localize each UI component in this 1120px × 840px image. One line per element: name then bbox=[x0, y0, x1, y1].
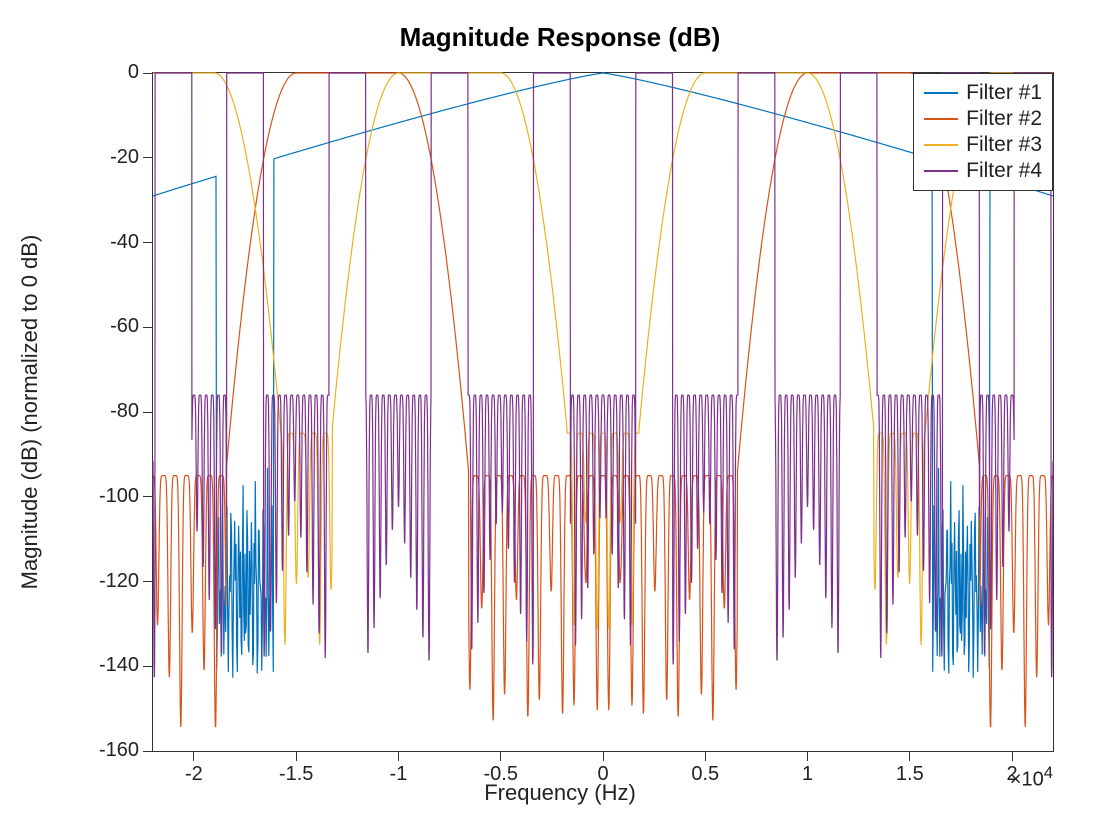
y-tick-label: -140 bbox=[59, 654, 139, 677]
figure: Magnitude Response (dB) Magnitude (dB) (… bbox=[0, 0, 1120, 840]
plot-area: Filter #1 Filter #2 Filter #3 Filter #4 … bbox=[152, 72, 1054, 752]
legend-item-1: Filter #1 bbox=[924, 80, 1042, 106]
y-tick-label: -80 bbox=[59, 400, 139, 423]
legend-item-4: Filter #4 bbox=[924, 158, 1042, 184]
legend-item-2: Filter #2 bbox=[924, 106, 1042, 132]
legend-swatch-3 bbox=[924, 144, 958, 146]
legend-swatch-2 bbox=[924, 118, 958, 120]
y-tick-label: -20 bbox=[59, 146, 139, 169]
legend-label-4: Filter #4 bbox=[966, 159, 1042, 183]
x-axis-label: Frequency (Hz) bbox=[0, 780, 1120, 806]
y-tick-label: -120 bbox=[59, 570, 139, 593]
y-axis-label: Magnitude (dB) (normalized to 0 dB) bbox=[17, 235, 43, 590]
y-tick-label: -100 bbox=[59, 485, 139, 508]
legend-label-3: Filter #3 bbox=[966, 133, 1042, 157]
y-tick-label: -60 bbox=[59, 315, 139, 338]
legend-label-1: Filter #1 bbox=[966, 81, 1042, 105]
legend-box: Filter #1 Filter #2 Filter #3 Filter #4 bbox=[913, 73, 1053, 191]
y-tick-label: 0 bbox=[59, 61, 139, 84]
legend-swatch-4 bbox=[924, 170, 958, 172]
legend-item-3: Filter #3 bbox=[924, 132, 1042, 158]
legend-label-2: Filter #2 bbox=[966, 107, 1042, 131]
y-tick-label: -40 bbox=[59, 231, 139, 254]
chart-title: Magnitude Response (dB) bbox=[0, 22, 1120, 53]
legend-swatch-1 bbox=[924, 92, 958, 94]
y-tick-label: -160 bbox=[59, 739, 139, 762]
